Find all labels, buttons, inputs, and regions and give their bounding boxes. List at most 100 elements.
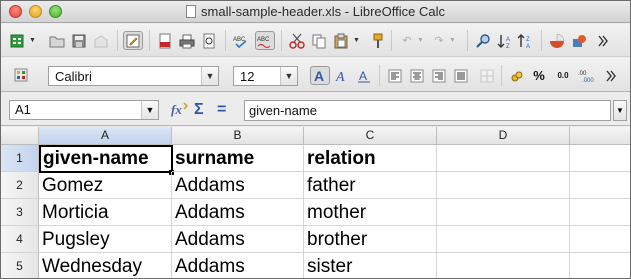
font-size-dropdown-chevron-icon[interactable]: ▼ [280, 67, 297, 85]
title-bar: small-sample-header.xls - LibreOffice Ca… [1, 1, 630, 23]
cell-e5[interactable] [570, 253, 630, 278]
formula-bar: A1 ▼ fx Σ = given-name ▼ [1, 93, 630, 126]
insert-chart-icon[interactable] [547, 31, 567, 50]
cell-b2[interactable]: Addams [172, 172, 304, 199]
cell-c5[interactable]: sister [304, 253, 437, 278]
cell-d4[interactable] [437, 226, 570, 253]
function-equals-icon[interactable]: = [217, 101, 226, 119]
sort-ascending-icon[interactable]: AZ [495, 31, 515, 50]
name-box-dropdown-chevron-icon[interactable]: ▼ [141, 101, 158, 119]
draw-functions-icon[interactable] [569, 31, 589, 50]
open-folder-icon[interactable] [47, 31, 67, 50]
redo-icon[interactable]: ↷ [429, 31, 449, 50]
expand-formula-bar-chevron-icon[interactable]: ▼ [613, 100, 627, 121]
cell-a2[interactable]: Gomez [39, 172, 172, 199]
function-wizard-icon[interactable]: fx [171, 101, 191, 123]
sort-descending-icon[interactable]: ZA [515, 31, 535, 50]
svg-text:fx: fx [171, 102, 182, 117]
cell-a5[interactable]: Wednesday [39, 253, 172, 278]
svg-text:A: A [526, 44, 530, 49]
column-header-c[interactable]: C [304, 127, 437, 145]
sum-icon[interactable]: Σ [194, 101, 204, 119]
add-decimal-place-icon[interactable]: .00.000 [577, 66, 597, 85]
currency-format-icon[interactable] [507, 66, 527, 85]
cell-d3[interactable] [437, 199, 570, 226]
svg-text:A: A [359, 69, 367, 83]
paste-dropdown-chevron-icon[interactable]: ▼ [353, 36, 360, 45]
column-header-overflow[interactable] [570, 127, 630, 145]
align-right-icon[interactable] [429, 66, 449, 85]
row-header-1[interactable]: 1 [1, 145, 39, 172]
cell-e3[interactable] [570, 199, 630, 226]
merge-cells-icon[interactable] [477, 66, 497, 85]
toolbar2-overflow-icon[interactable] [601, 66, 621, 85]
toolbar-overflow-icon[interactable] [593, 31, 613, 50]
column-header-b[interactable]: B [172, 127, 304, 145]
font-size-combobox[interactable]: 12 ▼ [233, 66, 298, 86]
cell-a1[interactable]: given-name [39, 145, 173, 173]
align-left-icon[interactable] [385, 66, 405, 85]
undo-dropdown-chevron-icon[interactable]: ▼ [417, 36, 424, 45]
bold-icon[interactable]: A [310, 66, 330, 85]
underline-icon[interactable]: A [354, 66, 374, 85]
column-header-a[interactable]: A [39, 127, 172, 145]
italic-icon[interactable]: A [332, 66, 352, 85]
paste-clipboard-icon[interactable] [331, 31, 351, 50]
clone-formatting-brush-icon[interactable] [367, 31, 387, 50]
cell-e4[interactable] [570, 226, 630, 253]
libreoffice-calc-window: small-sample-header.xls - LibreOffice Ca… [0, 0, 631, 279]
email-document-icon[interactable] [91, 31, 111, 50]
save-icon[interactable] [69, 31, 89, 50]
row-header-3[interactable]: 3 [1, 199, 39, 226]
copy-icon[interactable] [309, 31, 329, 50]
svg-text:A: A [335, 70, 345, 83]
new-dropdown-chevron-icon[interactable]: ▼ [29, 36, 36, 45]
cell-d5[interactable] [437, 253, 570, 278]
cell-c4[interactable]: brother [304, 226, 437, 253]
cell-e2[interactable] [570, 172, 630, 199]
cell-b5[interactable]: Addams [172, 253, 304, 278]
cell-b3[interactable]: Addams [172, 199, 304, 226]
align-center-icon[interactable] [407, 66, 427, 85]
cell-d2[interactable] [437, 172, 570, 199]
new-document-icon[interactable] [7, 31, 27, 50]
svg-text:Z: Z [526, 37, 530, 43]
percent-format-icon[interactable]: % [529, 66, 549, 85]
cell-a4[interactable]: Pugsley [39, 226, 172, 253]
cell-b1[interactable]: surname [172, 145, 304, 172]
svg-text:A: A [506, 37, 510, 43]
font-name-combobox[interactable]: Calibri ▼ [48, 66, 219, 86]
column-header-d[interactable]: D [437, 127, 570, 145]
row-header-4[interactable]: 4 [1, 226, 39, 253]
cell-c3[interactable]: mother [304, 199, 437, 226]
font-size-value: 12 [240, 69, 255, 84]
spelling-icon[interactable]: ABC [231, 31, 251, 50]
cell-c2[interactable]: father [304, 172, 437, 199]
cell-e1[interactable] [570, 145, 630, 172]
row-header-2[interactable]: 2 [1, 172, 39, 199]
cell-b4[interactable]: Addams [172, 226, 304, 253]
name-box[interactable]: A1 ▼ [9, 100, 159, 120]
find-replace-icon[interactable] [473, 31, 493, 50]
number-format-icon[interactable]: 0.0 [553, 66, 573, 85]
cell-a3[interactable]: Morticia [39, 199, 172, 226]
document-icon [186, 5, 197, 18]
formula-input[interactable]: given-name [244, 100, 611, 121]
print-preview-icon[interactable] [199, 31, 219, 50]
select-all-corner[interactable] [1, 127, 39, 145]
undo-icon[interactable]: ↶ [397, 31, 417, 50]
font-name-dropdown-chevron-icon[interactable]: ▼ [201, 67, 218, 85]
redo-dropdown-chevron-icon[interactable]: ▼ [449, 36, 456, 45]
cell-d1[interactable] [437, 145, 570, 172]
styles-formatting-icon[interactable] [11, 65, 31, 84]
auto-spellcheck-icon[interactable]: ABC [255, 31, 275, 50]
cut-scissors-icon[interactable] [287, 31, 307, 50]
cell-c1[interactable]: relation [304, 145, 437, 172]
edit-mode-icon[interactable] [123, 31, 143, 50]
row-header-5[interactable]: 5 [1, 253, 39, 278]
export-pdf-icon[interactable] [155, 31, 175, 50]
justify-icon[interactable] [451, 66, 471, 85]
print-icon[interactable] [177, 31, 197, 50]
svg-text:Z: Z [506, 44, 510, 49]
svg-text:ABC: ABC [257, 37, 270, 43]
